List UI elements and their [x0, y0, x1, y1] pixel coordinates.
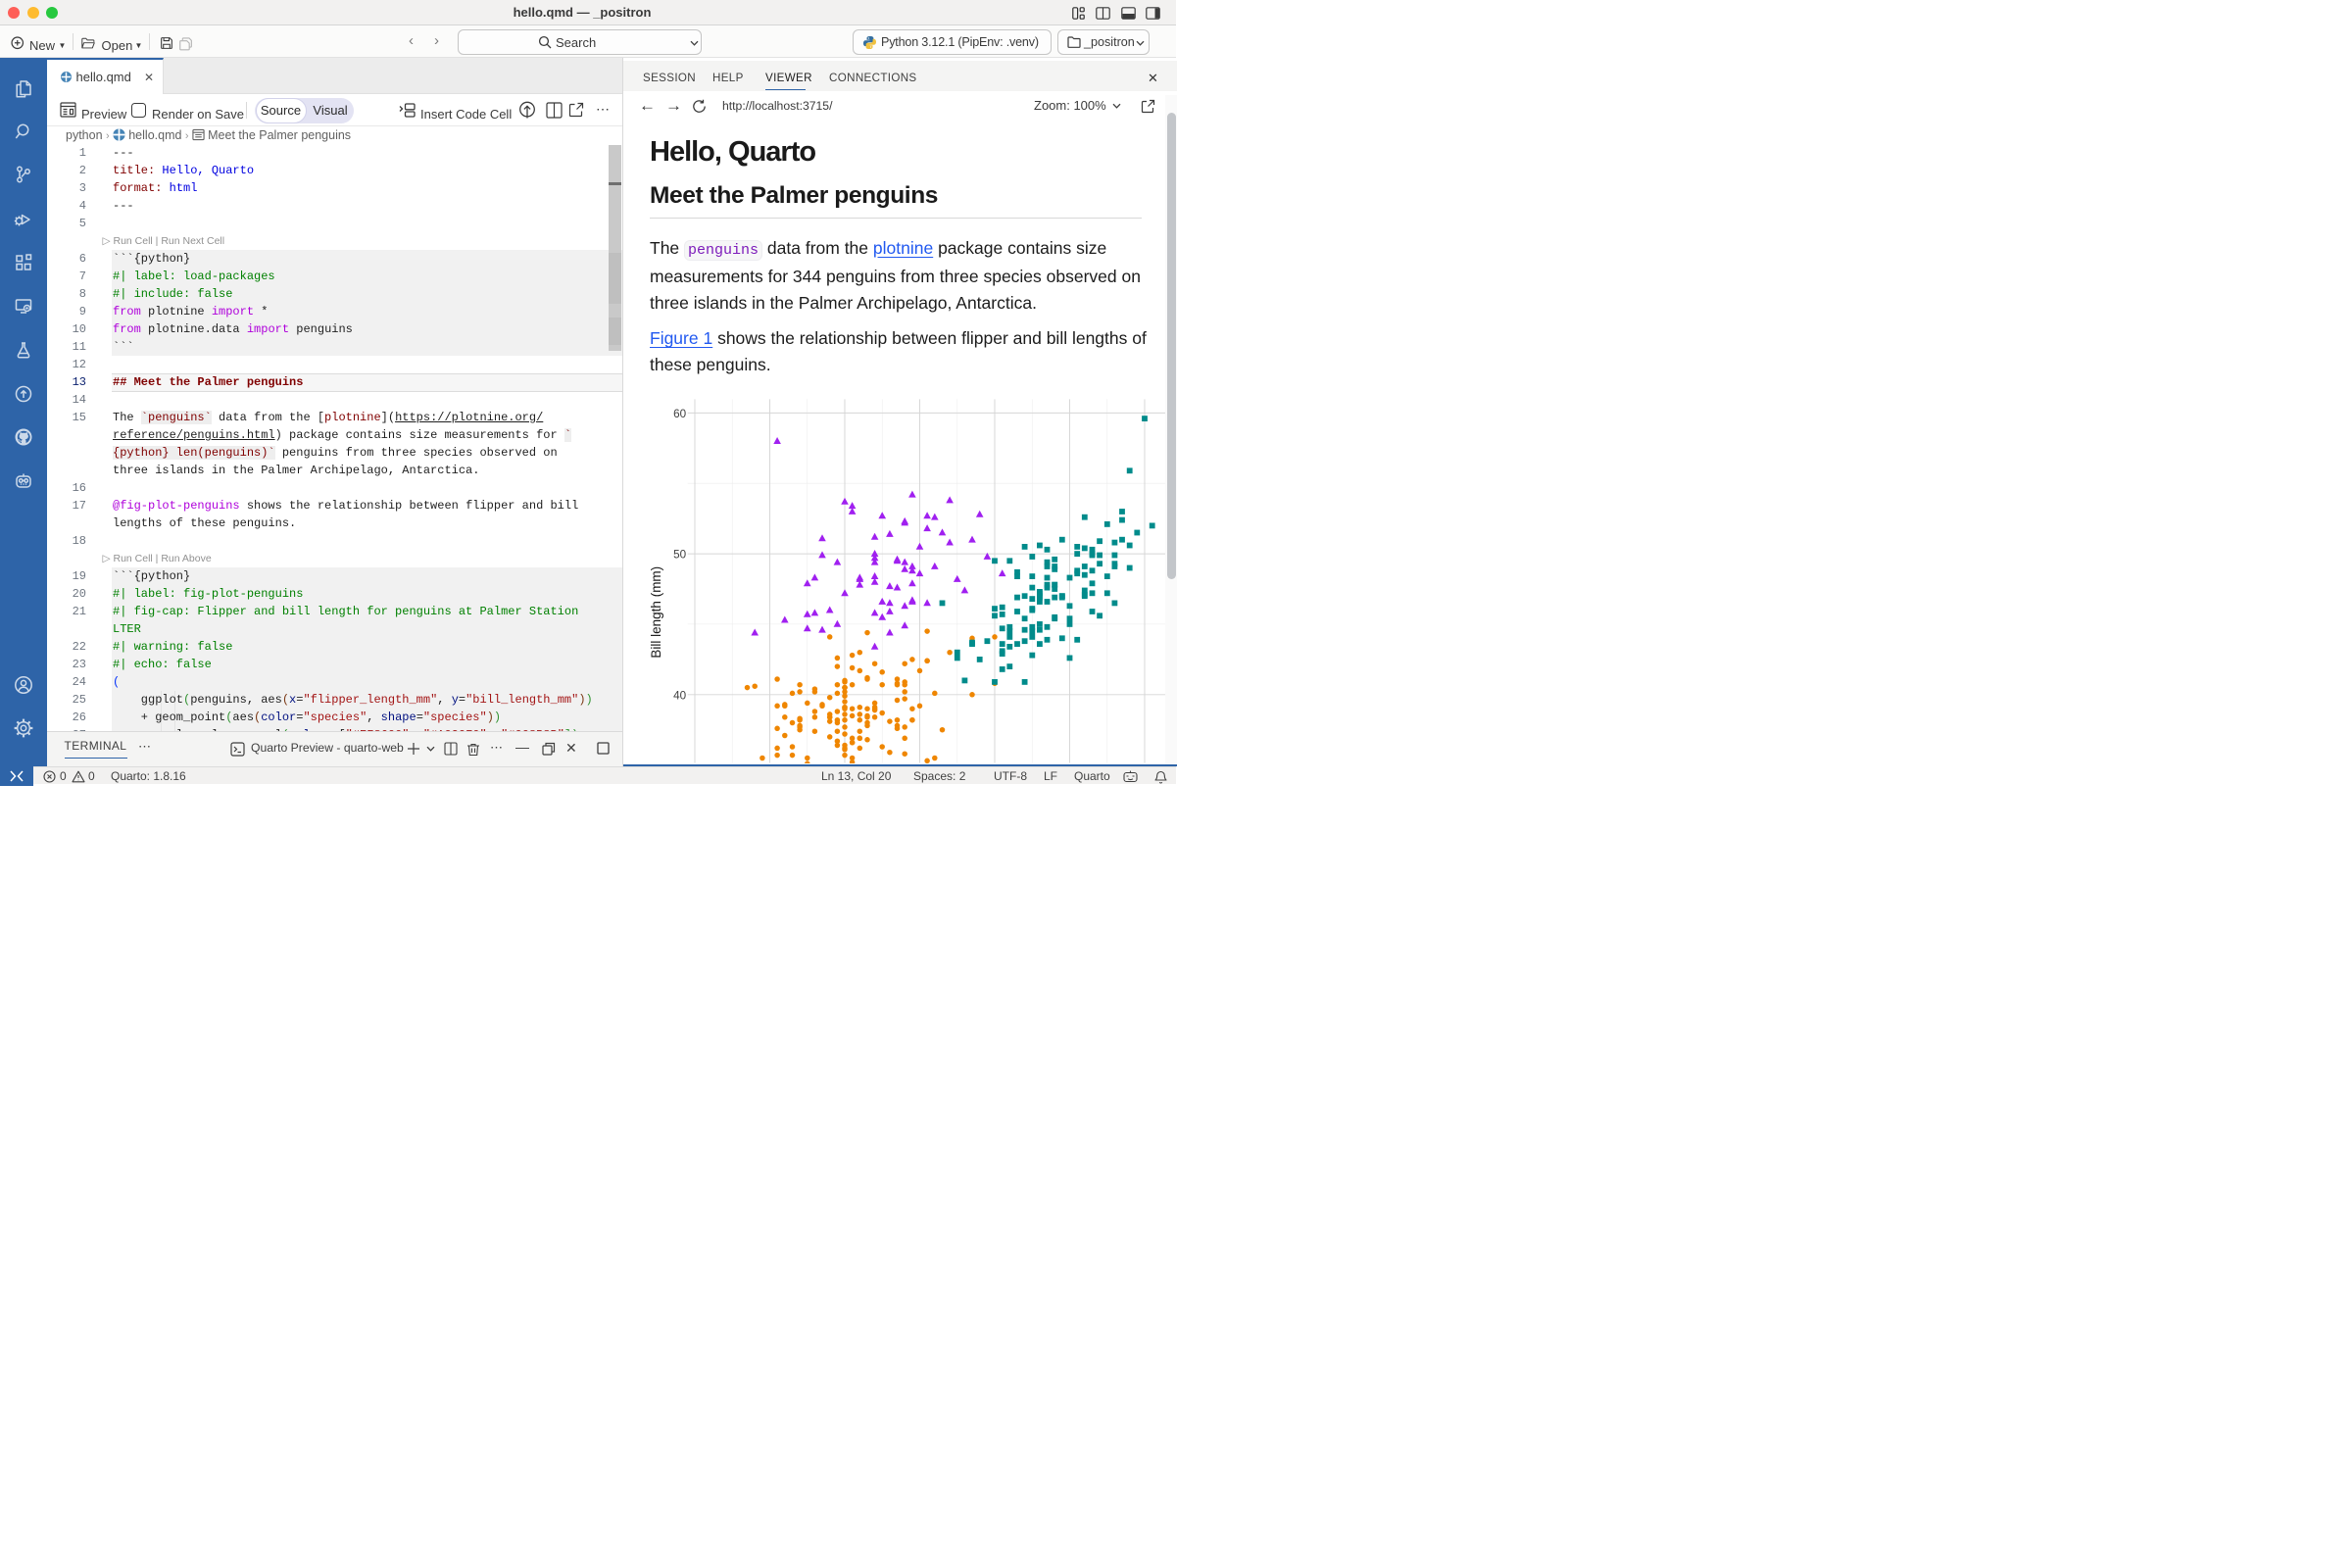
svg-text:40: 40: [673, 689, 687, 702]
svg-text:Bill length (mm): Bill length (mm): [649, 566, 663, 659]
svg-text:50: 50: [673, 549, 687, 562]
svg-text:60: 60: [673, 408, 687, 420]
